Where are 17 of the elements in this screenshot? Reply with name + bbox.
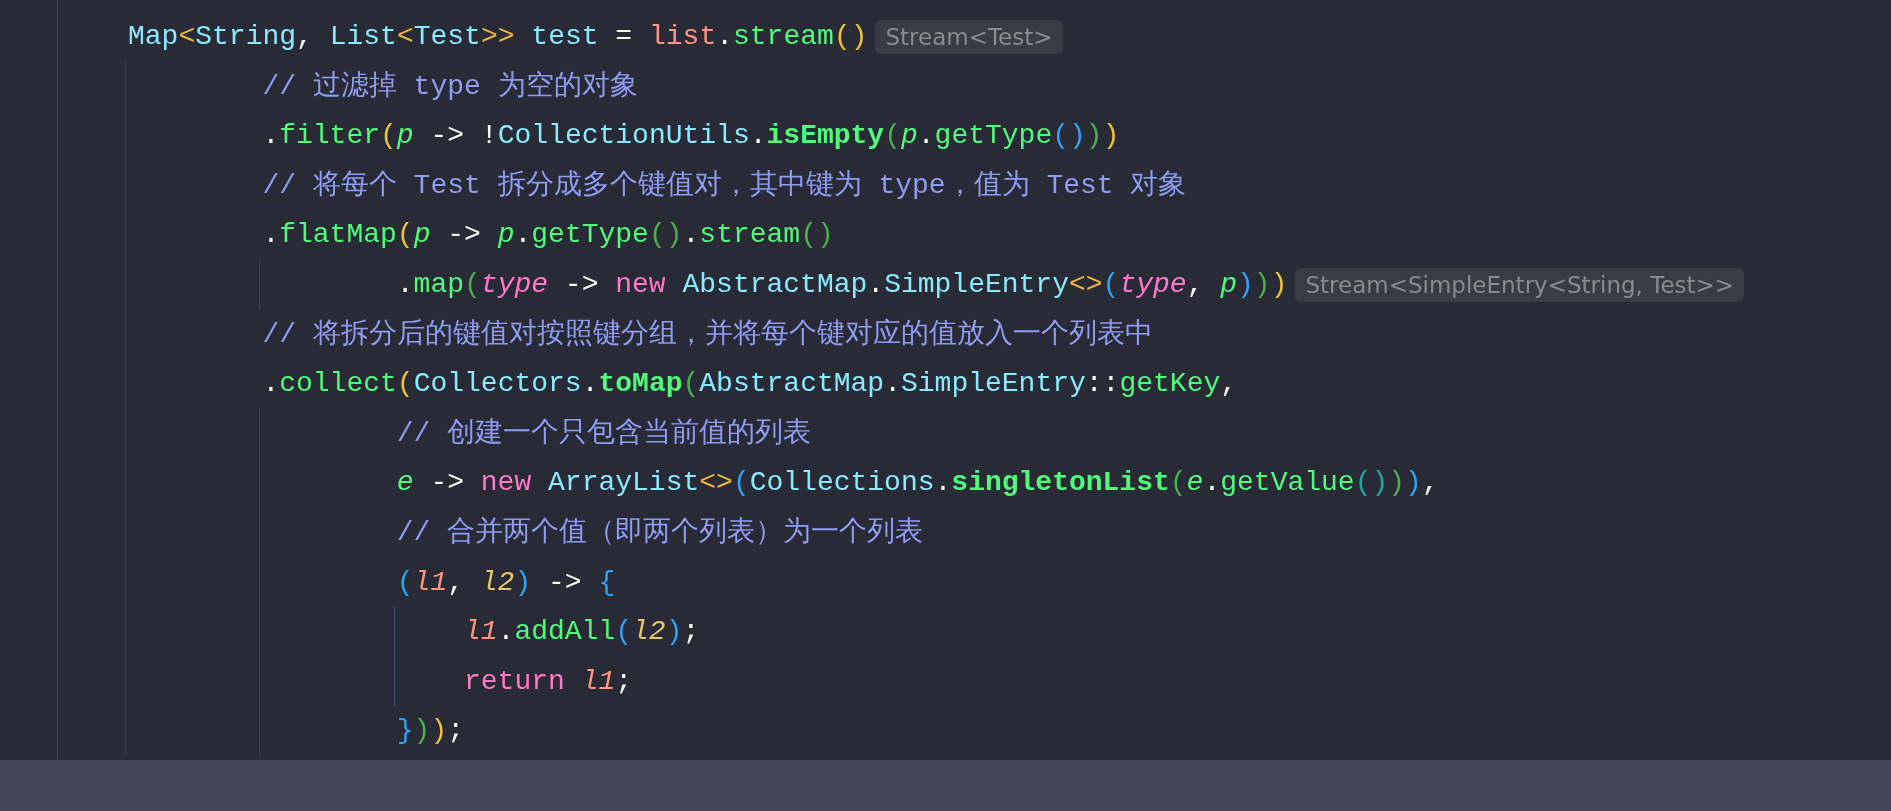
code-line: e -> new ArrayList<>(Collections.singletonList(e.getValue())), <box>396 466 1439 501</box>
code-line: l1.addAll(l2); <box>463 615 700 650</box>
code-line: .map(type -> new AbstractMap.SimpleEntry<>(type, p))) <box>396 267 1288 302</box>
type-hint: Stream<Test> <box>875 19 1063 54</box>
code-line: .filter(p -> !CollectionUtils.isEmpty(p.getType())) <box>262 119 1120 154</box>
type-hint: Stream<SimpleEntry<String, Test>> <box>1295 267 1745 302</box>
code-line: Map<String, List<Test>> test = list.stream() <box>128 20 868 54</box>
code-line: .collect(Collectors.toMap(AbstractMap.SimpleEntry::getKey, <box>262 367 1238 402</box>
code-comment: // 创建一个只包含当前值的列表 <box>396 416 812 451</box>
code-line: (l1, l2) -> { <box>396 565 616 600</box>
code-comment: // 过滤掉 type 为空的对象 <box>262 69 638 104</box>
code-comment: // 将拆分后的键值对按照键分组，并将每个键对应的值放入一个列表中 <box>262 317 1153 352</box>
code-line: })); <box>396 714 465 749</box>
code-comment: // 将每个 Test 拆分成多个键值对，其中键为 type，值为 Test 对象 <box>262 168 1187 203</box>
code-line: return l1; <box>463 664 632 699</box>
code-comment: // 合并两个值（即两个列表）为一个列表 <box>396 515 924 550</box>
code-line: .flatMap(p -> p.getType().stream() <box>262 218 834 253</box>
